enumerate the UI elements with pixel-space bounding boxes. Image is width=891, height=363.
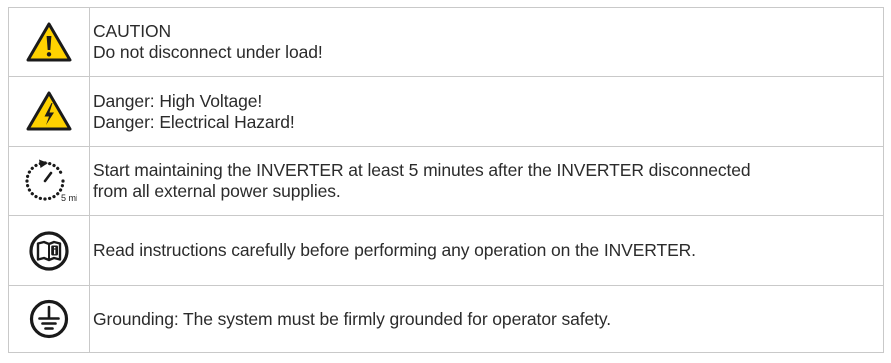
danger-electrical-text: Danger: Electrical Hazard! xyxy=(93,111,295,132)
maintenance-text-line-2: from all external power supplies. xyxy=(93,181,341,201)
caution-exclamation-triangle-icon xyxy=(9,22,89,63)
danger-voltage-text: Danger: High Voltage! xyxy=(93,90,263,111)
row-text: Read instructions carefully before perfo… xyxy=(89,215,884,286)
table-row: Read instructions carefully before perfo… xyxy=(8,215,884,286)
icon-cell xyxy=(8,285,90,353)
icon-cell xyxy=(8,215,90,286)
protective-ground-icon xyxy=(9,299,89,339)
five-minute-timer-icon: 5 min xyxy=(9,157,89,205)
table-row: Danger: High Voltage! Danger: Electrical… xyxy=(8,76,884,147)
read-instructions-text: Read instructions carefully before perfo… xyxy=(93,240,696,260)
icon-cell xyxy=(8,7,90,77)
row-text: CAUTION Do not disconnect under load! xyxy=(89,7,884,77)
table-row: CAUTION Do not disconnect under load! xyxy=(8,7,884,77)
caution-text: Do not disconnect under load! xyxy=(93,42,323,62)
timer-label: 5 min xyxy=(61,193,77,203)
row-text: Grounding: The system must be firmly gro… xyxy=(89,285,884,353)
table-row: 5 min Start maintaining the INVERTER at … xyxy=(8,146,884,216)
icon-cell: 5 min xyxy=(8,146,90,216)
safety-symbols-table: CAUTION Do not disconnect under load! Da… xyxy=(8,7,884,353)
high-voltage-triangle-icon xyxy=(9,91,89,132)
read-manual-book-icon xyxy=(9,230,89,271)
row-text: Start maintaining the INVERTER at least … xyxy=(89,146,884,216)
maintenance-text-line-1: Start maintaining the INVERTER at least … xyxy=(93,160,751,180)
icon-cell xyxy=(8,76,90,147)
grounding-text: Grounding: The system must be firmly gro… xyxy=(93,308,611,329)
table-row: Grounding: The system must be firmly gro… xyxy=(8,285,884,353)
caution-heading: CAUTION xyxy=(93,21,172,41)
row-text: Danger: High Voltage! Danger: Electrical… xyxy=(89,76,884,147)
